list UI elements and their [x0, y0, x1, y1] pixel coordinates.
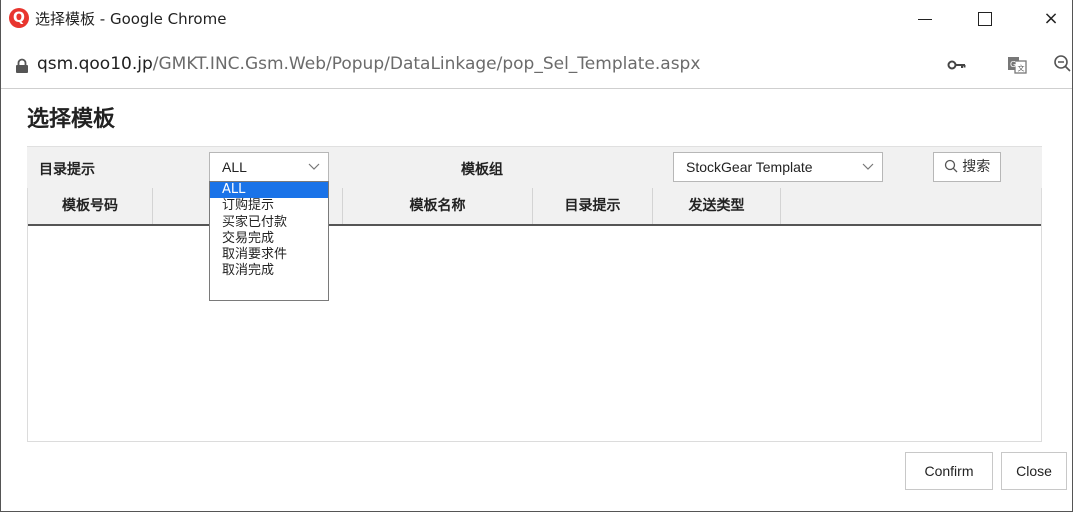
translate-icon[interactable]: G 文 [1005, 54, 1029, 78]
category-hint-label: 目录提示 [39, 162, 95, 178]
dropdown-option-cancel-complete[interactable]: 取消完成 [210, 263, 328, 279]
svg-text:文: 文 [1018, 64, 1025, 73]
chevron-down-icon [862, 153, 874, 191]
window-close-button[interactable]: × [1029, 4, 1073, 34]
category-hint-dropdown-list: ALL 订购提示 买家已付款 交易完成 取消要求件 取消完成 [209, 181, 329, 301]
dropdown-option-all[interactable]: ALL [210, 182, 328, 199]
url-host: qsm.qoo10.jp [37, 54, 153, 74]
close-button[interactable]: Close [1001, 452, 1067, 490]
popup-window: Q 选择模板 - Google Chrome × qsm.qoo10.jp/GM… [0, 0, 1073, 512]
close-icon: × [1043, 8, 1059, 29]
confirm-button[interactable]: Confirm [905, 452, 993, 490]
column-header-category-hint[interactable]: 目录提示 [533, 188, 653, 224]
template-group-label: 模板组 [461, 162, 503, 178]
column-header-template-number[interactable]: 模板号码 [28, 188, 153, 224]
category-hint-select[interactable]: ALL [209, 152, 329, 182]
url-text[interactable]: qsm.qoo10.jp/GMKT.INC.Gsm.Web/Popup/Data… [37, 54, 700, 74]
url-path: /GMKT.INC.Gsm.Web/Popup/DataLinkage/pop_… [152, 54, 701, 74]
column-header-template-name[interactable]: 模板名称 [343, 188, 533, 224]
window-title: 选择模板 - Google Chrome [35, 10, 227, 28]
qoo10-logo-icon: Q [9, 8, 29, 28]
search-label: 搜索 [962, 159, 991, 175]
search-icon [944, 159, 962, 175]
page-title: 选择模板 [27, 107, 116, 132]
key-icon[interactable] [945, 54, 969, 78]
minimize-icon [918, 18, 932, 20]
lock-icon[interactable] [15, 58, 29, 78]
column-header-send-type[interactable]: 发送类型 [653, 188, 781, 224]
address-bar: qsm.qoo10.jp/GMKT.INC.Gsm.Web/Popup/Data… [1, 44, 1072, 89]
search-button[interactable]: 搜索 [933, 152, 1001, 182]
svg-text:G: G [1010, 60, 1016, 69]
title-bar: Q 选择模板 - Google Chrome × [1, 0, 1072, 44]
dropdown-option-cancel-request[interactable]: 取消要求件 [210, 247, 328, 263]
maximize-icon [978, 12, 992, 26]
maximize-button[interactable] [963, 4, 1007, 34]
dropdown-option-order-hint[interactable]: 订购提示 [210, 198, 328, 214]
dropdown-option-buyer-paid[interactable]: 买家已付款 [210, 215, 328, 231]
table-header: 模板号码 模板名称 目录提示 发送类型 [28, 188, 1041, 226]
template-group-select[interactable]: StockGear Template [673, 152, 883, 182]
template-table: 模板号码 模板名称 目录提示 发送类型 [27, 188, 1042, 442]
filter-row: 目录提示 ALL 模板组 StockGear Template 搜索 [27, 146, 1042, 189]
minimize-button[interactable] [903, 4, 947, 34]
template-group-value: StockGear Template [686, 159, 813, 175]
zoom-out-icon[interactable] [1051, 54, 1075, 78]
dropdown-option-trade-complete[interactable]: 交易完成 [210, 231, 328, 247]
category-hint-value: ALL [222, 159, 247, 175]
